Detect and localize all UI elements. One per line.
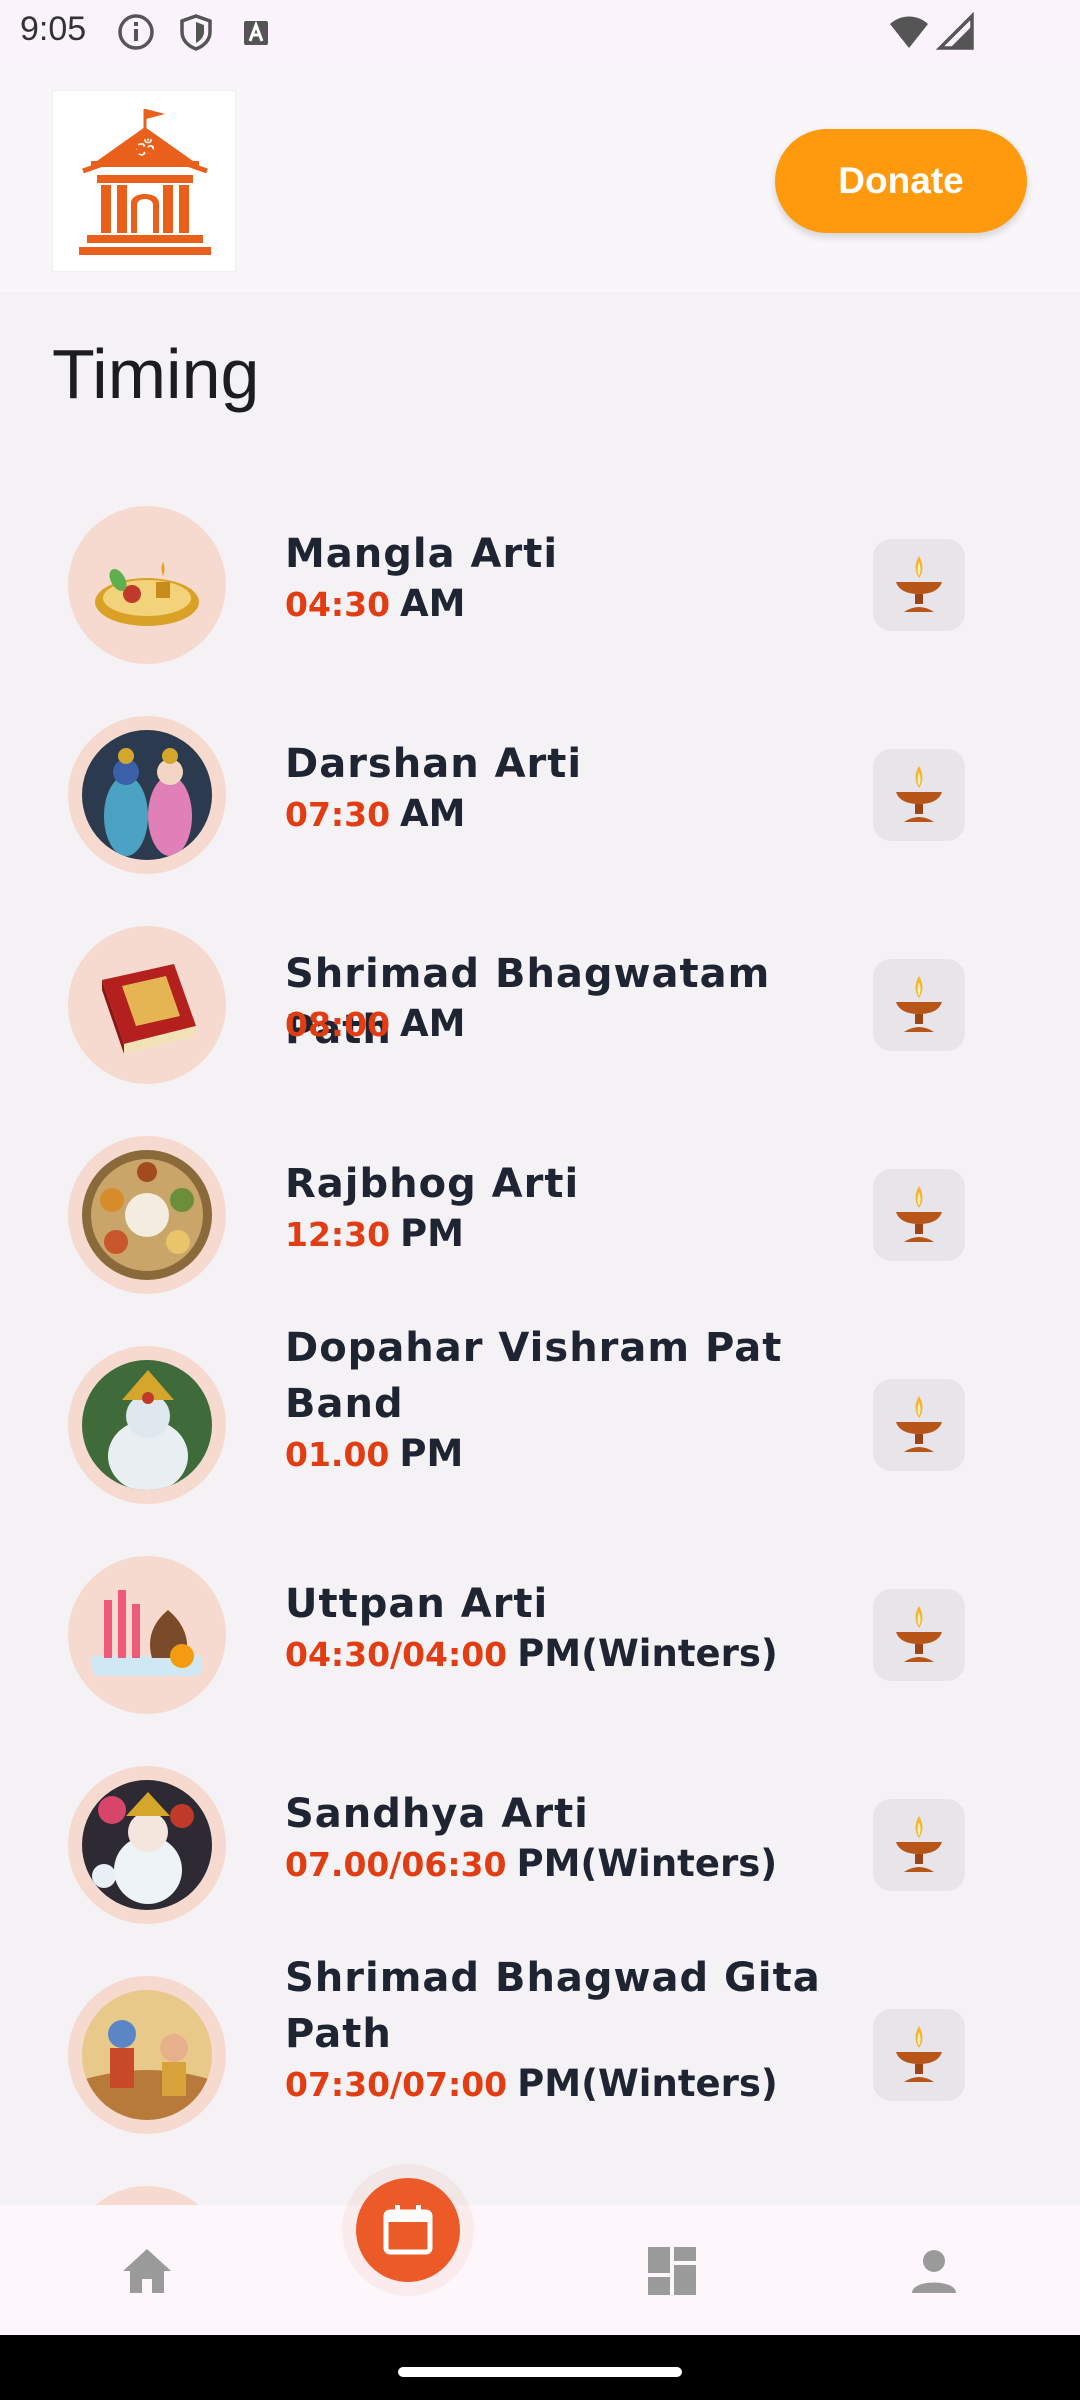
diya-button[interactable] [873, 1379, 965, 1471]
item-title: Rajbhog Arti [285, 1161, 580, 1207]
item-time-period: AM [400, 792, 466, 835]
diya-button[interactable] [873, 959, 965, 1051]
wifi-icon [890, 16, 928, 48]
list-item[interactable]: Dopahar Vishram Pat Band 01.00 PM [0, 1320, 1080, 1530]
item-thumbnail [68, 1976, 226, 2134]
item-time: 04:30 AM [285, 582, 466, 625]
item-title: Shrimad Bhagwad Gita Path [285, 1955, 821, 2057]
list-item[interactable]: Darshan Arti 07:30 AM [0, 690, 1080, 900]
list-item[interactable]: Rajbhog Arti 12:30 PM [0, 1110, 1080, 1320]
diya-icon [896, 1186, 942, 1242]
item-thumbnail [68, 926, 226, 1084]
item-time: 08:00 AM [285, 1002, 466, 1045]
system-nav-bar [0, 2335, 1080, 2400]
item-time: 07.00/06:30 PM(Winters) [285, 1842, 777, 1885]
bottom-nav [0, 2205, 1080, 2335]
item-time: 07:30/07:00 PM(Winters) [285, 2062, 778, 2105]
nav-calendar[interactable] [356, 2178, 460, 2282]
item-time-value: 07:30/07:00 [285, 2065, 508, 2104]
info-icon [118, 14, 154, 50]
nav-profile[interactable] [904, 2241, 964, 2301]
shield-icon [180, 14, 212, 51]
item-thumbnail [68, 1136, 226, 1294]
list-item[interactable]: Shrimad Bhagwatam Path 08:00 AM [0, 900, 1080, 1110]
home-indicator[interactable] [398, 2367, 682, 2377]
profile-icon [912, 2250, 956, 2293]
calendar-icon [383, 2205, 433, 2255]
dashboard-icon [648, 2247, 696, 2295]
diya-icon [896, 556, 942, 612]
nav-home[interactable] [117, 2241, 177, 2301]
item-time-period: PM [399, 1432, 464, 1475]
temple-logo: ॐ [52, 90, 236, 272]
diya-icon [896, 2026, 942, 2082]
item-thumbnail [68, 1556, 226, 1714]
item-time-period: PM(Winters) [517, 1632, 778, 1675]
item-time-period: AM [400, 582, 466, 625]
item-time-period: PM [400, 1212, 464, 1255]
item-time-value: 08:00 [285, 1005, 391, 1044]
temple-icon: ॐ [79, 109, 211, 255]
item-time: 04:30/04:00 PM(Winters) [285, 1632, 778, 1675]
page-title: Timing [52, 335, 260, 413]
item-title: Uttpan Arti [285, 1581, 549, 1627]
item-time-value: 12:30 [285, 1215, 391, 1254]
diya-button[interactable] [873, 749, 965, 841]
diya-icon [896, 976, 942, 1032]
diya-button[interactable] [873, 1799, 965, 1891]
incense-image [82, 1570, 212, 1700]
book-image [82, 940, 212, 1070]
item-thumbnail [68, 1766, 226, 1924]
list-item[interactable]: Uttpan Arti 04:30/04:00 PM(Winters) [0, 1530, 1080, 1740]
diya-icon [896, 1816, 942, 1872]
screen: 9:05 ॐ Donate Timing Mangla Arti 04:30 A… [0, 0, 1080, 2400]
item-thumbnail [68, 716, 226, 874]
status-bar: 9:05 [0, 0, 1080, 62]
home-icon [123, 2249, 171, 2293]
signal-icon [936, 12, 974, 50]
diya-icon [896, 766, 942, 822]
item-title: Darshan Arti [285, 741, 583, 787]
item-time-period: PM(Winters) [517, 2062, 778, 2105]
item-time-value: 01.00 [285, 1435, 390, 1474]
diya-icon [896, 1606, 942, 1662]
diya-button[interactable] [873, 1169, 965, 1261]
item-time: 01.00 PM [285, 1432, 463, 1475]
diya-icon [896, 1396, 942, 1452]
item-time-value: 04:30 [285, 585, 391, 624]
item-time-value: 07:30 [285, 795, 391, 834]
item-title: Sandhya Arti [285, 1791, 589, 1837]
list-item[interactable]: Mangla Arti 04:30 AM [0, 480, 1080, 690]
diya-button[interactable] [873, 539, 965, 631]
item-thumbnail [68, 1346, 226, 1504]
item-time: 12:30 PM [285, 1212, 464, 1255]
item-title: Mangla Arti [285, 531, 559, 577]
item-time-value: 04:30/04:00 [285, 1635, 508, 1674]
status-time: 9:05 [20, 10, 87, 48]
list-item[interactable]: Shrimad Bhagwad Gita Path 07:30/07:00 PM(… [0, 1950, 1080, 2160]
item-time-period: PM(Winters) [516, 1842, 778, 1885]
list-item[interactable]: Sandhya Arti 07.00/06:30 PM(Winters) [0, 1740, 1080, 1950]
gita-image [82, 1990, 212, 2120]
arti-plate-image [82, 520, 212, 650]
diya-button[interactable] [873, 1589, 965, 1681]
nav-dashboard[interactable] [642, 2241, 702, 2301]
deity-image [82, 1360, 212, 1490]
text-a-icon [244, 20, 268, 45]
deity-image [82, 1780, 212, 1910]
item-time-value: 07.00/06:30 [285, 1845, 507, 1884]
item-time: 07:30 AM [285, 792, 466, 835]
bhog-thali-image [82, 1150, 212, 1280]
item-thumbnail [68, 506, 226, 664]
donate-button[interactable]: Donate [775, 129, 1027, 233]
item-time-period: AM [400, 1002, 466, 1045]
deity-image [82, 730, 212, 860]
item-title: Dopahar Vishram Pat Band [285, 1325, 783, 1427]
diya-button[interactable] [873, 2009, 965, 2101]
